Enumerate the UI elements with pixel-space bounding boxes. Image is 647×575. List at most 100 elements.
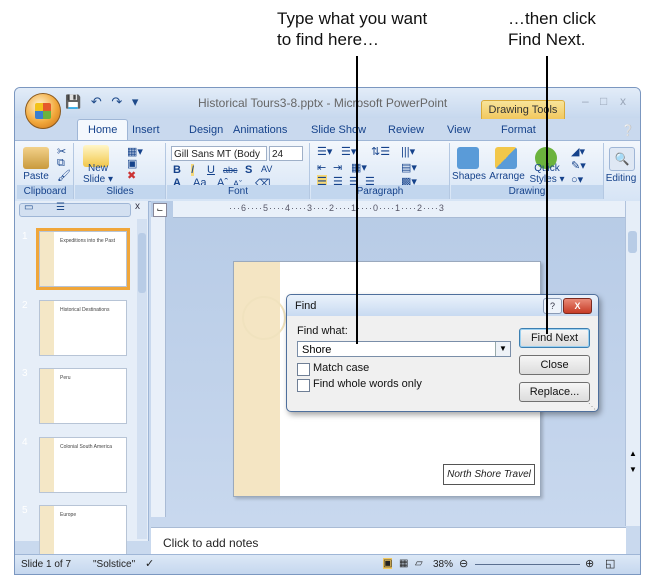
character-spacing-icon[interactable]: AV (261, 164, 272, 174)
save-icon[interactable]: 💾 (65, 94, 81, 109)
thumbnail-title: Historical Destinations (60, 307, 110, 313)
slides-tab-icon[interactable]: ▭ (24, 202, 33, 213)
dialog-close-button[interactable]: X (563, 298, 592, 314)
spell-check-icon[interactable]: ✓ (145, 557, 154, 570)
slide-thumbnail-3[interactable]: Peru (39, 368, 127, 424)
maximize-button[interactable]: □ (600, 94, 607, 108)
zoom-level[interactable]: 38% (433, 559, 453, 570)
increase-indent-icon[interactable]: ⇥ (333, 161, 342, 174)
arrange-icon[interactable] (495, 147, 517, 169)
zoom-in-icon[interactable]: ⊕ (585, 557, 594, 570)
bullets-icon[interactable]: ☰▾ (317, 145, 332, 158)
text-direction-icon[interactable]: |||▾ (401, 145, 415, 158)
bold-icon[interactable]: B (173, 164, 181, 176)
group-font: Gill Sans MT (Body 24 B I U abc S AV A A… (167, 143, 310, 199)
customize-qat-icon[interactable]: ▾ (132, 94, 139, 109)
delete-slide-icon[interactable]: ✖ (127, 169, 136, 182)
font-size-box[interactable]: 24 (269, 146, 303, 161)
office-button[interactable] (25, 93, 61, 129)
numbering-icon[interactable]: ☰▾ (341, 145, 356, 158)
whole-words-checkbox[interactable] (297, 379, 310, 392)
new-slide-button[interactable]: New Slide ▾ (81, 163, 115, 185)
close-window-button[interactable]: x (620, 94, 626, 108)
replace-button[interactable]: Replace... (519, 382, 590, 402)
shapes-button[interactable]: Shapes (451, 171, 487, 182)
office-logo-icon (35, 103, 51, 119)
zoom-slider[interactable] (475, 564, 580, 565)
strikethrough-icon[interactable]: abc (223, 165, 238, 175)
shadow-icon[interactable]: S (245, 164, 252, 176)
ruler-toggle-icon[interactable]: ⌙ (153, 203, 167, 217)
next-hint-line2: Find Next. (508, 30, 586, 49)
font-name-box[interactable]: Gill Sans MT (Body (171, 146, 267, 161)
format-painter-icon[interactable]: 🖌 (57, 169, 71, 182)
next-hint-line1: …then click (508, 9, 596, 28)
redo-icon[interactable]: ↷ (111, 94, 122, 109)
line-spacing-icon[interactable]: ⇅☰ (371, 145, 390, 158)
group-clipboard: Paste ✂ ⧉ 🖌 Clipboard (17, 143, 74, 199)
tab-design[interactable]: Design (189, 124, 223, 136)
paste-icon[interactable] (23, 147, 49, 169)
shapes-icon[interactable] (457, 147, 479, 169)
editing-button[interactable]: Editing (603, 173, 639, 184)
slide-thumbnail-1[interactable]: Expeditions into the Past (36, 228, 130, 290)
zoom-out-icon[interactable]: ⊖ (459, 557, 468, 570)
match-case-checkbox[interactable] (297, 363, 310, 376)
find-what-label: Find what: (297, 325, 348, 337)
tab-insert[interactable]: Insert (132, 124, 160, 136)
quick-access-toolbar: 💾 ↶ ↷ ▾ (65, 94, 138, 110)
slide-thumbnail-2[interactable]: Historical Destinations (39, 300, 127, 356)
pane-tabs: ▭ ☰ (19, 202, 131, 217)
thumbnail-number: 2 (22, 300, 28, 311)
find-what-value: Shore (302, 344, 332, 356)
next-slide-icon[interactable]: ▼ (629, 465, 637, 474)
decrease-indent-icon[interactable]: ⇤ (317, 161, 326, 174)
outline-tab-icon[interactable]: ☰ (56, 202, 65, 213)
find-next-button[interactable]: Find Next (519, 328, 590, 348)
align-text-icon[interactable]: ▤▾ (401, 161, 417, 174)
pane-scrollbar[interactable] (137, 219, 147, 539)
resize-grip-icon[interactable]: ⋱ (588, 402, 596, 411)
italic-icon[interactable]: I (191, 164, 195, 176)
fit-slide-icon[interactable]: ◱ (605, 557, 615, 570)
thumbnail-number: 5 (22, 505, 28, 516)
slide-textbox[interactable]: North Shore Travel (443, 464, 535, 485)
help-icon[interactable]: ❔ (621, 124, 635, 137)
thumbnail-number: 1 (22, 231, 28, 242)
binoculars-icon[interactable]: 🔍 (609, 147, 635, 171)
slide-thumbnail-5[interactable]: Europe (39, 505, 127, 561)
thumbnail-title: Colonial South America (60, 444, 112, 450)
sorter-view-icon[interactable]: ▦ (399, 558, 408, 569)
close-pane-icon[interactable]: x (135, 201, 140, 212)
tab-home[interactable]: Home (77, 119, 129, 140)
slideshow-view-icon[interactable]: ▱ (415, 558, 423, 569)
arrange-button[interactable]: Arrange (487, 171, 527, 182)
group-paragraph: ☰▾ ☰▾ ⇅☰ |||▾ ⇤ ⇥ ▦▾ ▤▾ ☰ ☰ ☰ ☰ ▩▾ Parag… (311, 143, 450, 199)
underline-icon[interactable]: U (207, 164, 215, 176)
find-what-input[interactable]: Shore ▼ (297, 341, 511, 357)
minimize-button[interactable]: – (582, 94, 589, 108)
chevron-down-icon[interactable]: ▼ (495, 342, 510, 356)
group-label-paragraph: Paragraph (311, 185, 449, 199)
close-button[interactable]: Close (519, 355, 590, 375)
paste-button[interactable]: Paste (19, 171, 53, 182)
shape-fill-icon[interactable]: ◢▾ (571, 145, 585, 158)
find-hint-line2: to find here… (277, 30, 380, 49)
group-drawing: Shapes Arrange Quick Styles ▾ ◢▾ ✎▾ ○▾ D… (451, 143, 604, 199)
tab-format[interactable]: Format (501, 124, 536, 136)
notes-pane[interactable]: Click to add notes (151, 527, 626, 556)
undo-icon[interactable]: ↶ (91, 94, 102, 109)
pane-scroll-thumb[interactable] (138, 233, 146, 293)
prev-slide-icon[interactable]: ▲ (629, 449, 637, 458)
shape-outline-icon[interactable]: ✎▾ (571, 159, 586, 172)
columns-icon[interactable]: ▦▾ (351, 161, 367, 174)
editor-scroll-thumb[interactable] (628, 231, 637, 253)
group-label-drawing: Drawing (451, 185, 603, 199)
tab-animations[interactable]: Animations (233, 124, 287, 136)
theme-name: "Solstice" (93, 559, 136, 570)
tab-review[interactable]: Review (388, 124, 424, 136)
normal-view-icon[interactable]: ▣ (383, 558, 393, 569)
slide-thumbnail-4[interactable]: Colonial South America (39, 437, 127, 493)
tab-view[interactable]: View (447, 124, 471, 136)
editor-scrollbar[interactable]: ▲ ▼ (625, 201, 640, 526)
